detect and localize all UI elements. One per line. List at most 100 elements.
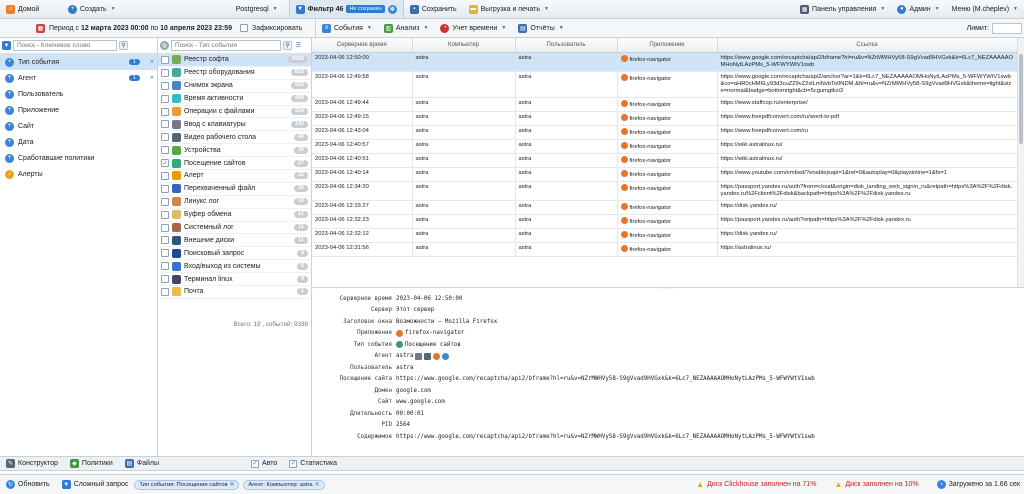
event-type-checkbox[interactable]: ✓ <box>161 159 169 168</box>
refresh-button[interactable]: ↻ Обновить <box>0 475 56 494</box>
save-button[interactable]: ▪ Сохранить <box>404 0 463 18</box>
event-type-row[interactable]: Видео рабочего стола 40 <box>158 131 311 145</box>
event-type-checkbox[interactable] <box>161 55 169 64</box>
create-button[interactable]: + Создать ▼ <box>62 0 122 18</box>
event-type-row[interactable]: Линукс лог 19 <box>158 196 311 209</box>
search-icon[interactable]: ⚲ <box>283 41 292 50</box>
column-header[interactable]: Серверное время <box>312 38 413 53</box>
auto-checkbox[interactable]: ✓ <box>251 459 260 468</box>
event-type-checkbox[interactable] <box>161 287 169 296</box>
event-type-row[interactable]: Алерт 22 <box>158 170 311 183</box>
filter-item[interactable]: + Пользователь <box>0 86 157 102</box>
close-icon[interactable]: ✕ <box>315 482 320 488</box>
event-type-checkbox[interactable] <box>161 81 169 90</box>
event-type-row[interactable]: Время активности 480 <box>158 93 311 106</box>
menu-icon[interactable]: ☰ <box>294 41 303 50</box>
tab-filter[interactable]: ▼ Фильтр 46 Не сохранен ✲ <box>288 0 404 18</box>
gear-icon[interactable]: ✲ <box>387 4 397 14</box>
tab-policies[interactable]: ◆ Политики <box>64 457 119 470</box>
event-type-checkbox[interactable] <box>161 210 169 219</box>
keyword-search-input[interactable] <box>13 40 117 51</box>
event-type-row[interactable]: Вход/выход из системы 5 <box>158 260 311 274</box>
table-row[interactable]: 2023-04-06 12:49:15 astra astra firefox-nav… <box>312 111 1024 126</box>
reports-menu[interactable]: ▤ Отчёты ▼ <box>512 19 569 37</box>
monitor-icon[interactable] <box>415 352 423 360</box>
event-type-checkbox[interactable] <box>161 146 169 155</box>
menu-button[interactable]: Меню (M.cheplev) ▼ <box>946 0 1024 18</box>
event-type-row[interactable]: Перехваченный файл 20 <box>158 183 311 196</box>
analysis-menu[interactable]: ▥ Анализ ▼ <box>378 19 435 37</box>
grid-scrollbar[interactable] <box>1017 38 1024 287</box>
calendar-icon[interactable]: ▦ <box>36 23 45 33</box>
stats-toggle[interactable]: ✓ Статистика <box>283 457 343 470</box>
table-row[interactable]: 2023-04-06 12:49:44 astra astra firefox-nav… <box>312 97 1024 112</box>
close-icon[interactable]: ✕ <box>150 59 154 65</box>
filter-item[interactable]: ♪ Алерты <box>0 166 157 182</box>
info-icon[interactable] <box>442 352 450 360</box>
scrollbar-thumb[interactable] <box>1019 54 1023 144</box>
event-type-checkbox[interactable] <box>161 275 169 284</box>
close-icon[interactable]: ✕ <box>150 75 154 81</box>
event-type-checkbox[interactable] <box>161 68 169 77</box>
dashboard-button[interactable]: ▦ Панель управления ▼ <box>794 0 891 18</box>
table-row[interactable]: 2023-04-06 12:40:51 astra astra firefox-nav… <box>312 153 1024 168</box>
event-type-row[interactable]: Терминал linux 4 <box>158 273 311 287</box>
event-type-row[interactable]: Операции с файлами 334 <box>158 106 311 119</box>
event-type-checkbox[interactable] <box>161 197 169 206</box>
event-type-row[interactable]: Устройства 39 <box>158 144 311 158</box>
filter-item[interactable]: + Тип события 1 ✕ <box>0 54 157 70</box>
event-type-checkbox[interactable] <box>161 184 169 193</box>
table-row[interactable]: 2023-04-06 12:43:04 astra astra firefox-nav… <box>312 125 1024 140</box>
event-type-checkbox[interactable] <box>161 223 169 232</box>
filter-item[interactable]: + Сайт <box>0 118 157 134</box>
filter-chip-type[interactable]: Тип события: Посещение сайтов ✕ <box>134 479 240 490</box>
event-type-checkbox[interactable] <box>161 94 169 103</box>
event-type-row[interactable]: Системный лог 11 <box>158 222 311 235</box>
event-type-row[interactable]: Ввод с клавиатуры 120 <box>158 118 311 132</box>
event-type-checkbox[interactable] <box>161 120 169 129</box>
event-type-checkbox[interactable] <box>161 236 169 245</box>
period-from[interactable]: 12 марта 2023 00:00 <box>81 25 149 32</box>
close-icon[interactable]: ✕ <box>230 482 235 488</box>
home-button[interactable]: ⌂ Домой <box>0 0 62 18</box>
limit-input[interactable] <box>992 22 1022 34</box>
event-type-row[interactable]: ✓ Посещение сайтов 27 <box>158 157 311 171</box>
column-header[interactable]: Компьютер <box>412 38 516 53</box>
splitter[interactable]: · · · · · <box>312 287 1024 292</box>
complex-query-button[interactable]: ▼ Сложный запрос <box>56 475 135 494</box>
column-header[interactable]: Пользователь <box>515 38 618 53</box>
filter-chip-agent[interactable]: Агент: Компьютер: astra ✕ <box>243 479 325 490</box>
stats-checkbox[interactable]: ✓ <box>289 459 298 468</box>
table-row[interactable]: 2023-04-06 12:50:00 astra astra firefox-nav… <box>312 52 1024 72</box>
export-button[interactable]: ▬ Выгрузка и печать ▼ <box>463 0 555 18</box>
event-type-row[interactable]: Реестр софта 6928 <box>158 54 311 67</box>
table-row[interactable]: 2023-04-06 12:49:58 astra astra firefox-nav… <box>312 71 1024 98</box>
firefox-icon[interactable] <box>433 352 441 360</box>
tab-files[interactable]: ▤ Файлы <box>119 457 165 470</box>
event-type-row[interactable]: Буфер обмена 12 <box>158 209 311 222</box>
event-type-row[interactable]: Поисковый запрос 8 <box>158 247 311 261</box>
table-row[interactable]: 2023-04-06 12:31:56 astra astra firefox-nav… <box>312 242 1024 257</box>
table-row[interactable]: 2023-04-06 12:32:12 astra astra firefox-nav… <box>312 228 1024 243</box>
filter-item[interactable]: + Приложение <box>0 102 157 118</box>
column-header[interactable]: Приложение <box>617 38 718 53</box>
db-select[interactable]: Postgresql ▼ <box>230 0 284 18</box>
time-menu[interactable]: ◔ Учет времени ▼ <box>434 19 512 37</box>
tab-constructor[interactable]: ✎ Конструктор <box>0 457 64 470</box>
search-icon[interactable]: ⚲ <box>119 41 128 50</box>
event-type-row[interactable]: Внешние диски 11 <box>158 234 311 248</box>
table-row[interactable]: 2023-04-06 12:40:57 astra astra firefox-nav… <box>312 139 1024 154</box>
table-row[interactable]: 2023-04-06 12:40:14 astra astra firefox-nav… <box>312 167 1024 182</box>
event-type-row[interactable]: Почта 1 <box>158 286 311 299</box>
events-menu[interactable]: ≡ События ▼ <box>316 19 378 37</box>
event-type-row[interactable]: Снимок экрана 583 <box>158 80 311 93</box>
event-type-checkbox[interactable] <box>161 133 169 142</box>
table-row[interactable]: 2023-04-06 12:34:20 astra astra firefox-nav… <box>312 181 1024 201</box>
event-type-checkbox[interactable] <box>161 107 169 116</box>
type-search-input[interactable] <box>171 40 281 51</box>
computer-icon[interactable] <box>424 352 432 360</box>
event-type-checkbox[interactable] <box>161 249 169 258</box>
admin-button[interactable]: ● Админ ▼ <box>891 0 945 18</box>
event-type-row[interactable]: Реестр оборудования 812 <box>158 67 311 80</box>
event-type-checkbox[interactable] <box>161 171 169 180</box>
